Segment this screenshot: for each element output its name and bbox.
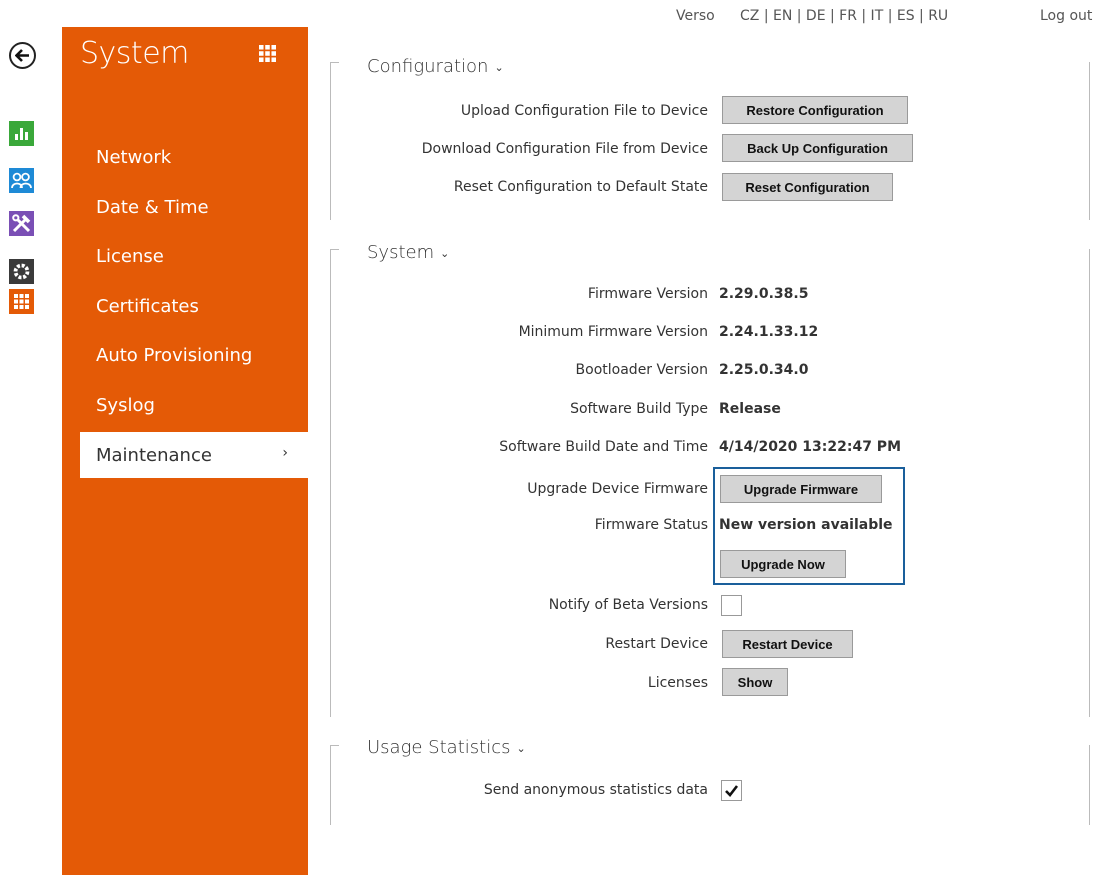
chevron-down-icon: ⌄ (516, 741, 526, 755)
build-type-value: Release (719, 401, 781, 417)
services-gear-icon[interactable] (9, 259, 34, 284)
system-grid-icon[interactable] (9, 289, 34, 314)
chevron-right-icon: › (282, 445, 288, 461)
sidenav-item-license[interactable]: License (96, 246, 164, 267)
upgrade-firmware-label: Upgrade Device Firmware (527, 481, 708, 497)
directory-people-icon[interactable] (9, 168, 34, 193)
build-type-label: Software Build Type (570, 401, 708, 417)
build-date-label: Software Build Date and Time (499, 439, 708, 455)
configuration-section-header[interactable]: Configuration ⌄ (367, 56, 504, 77)
upload-config-label: Upload Configuration File to Device (460, 103, 708, 119)
chevron-down-icon: ⌄ (494, 60, 504, 74)
system-frame (330, 249, 1090, 717)
firmware-version-value: 2.29.0.38.5 (719, 286, 809, 302)
firmware-status-label: Firmware Status (594, 517, 708, 533)
system-section-header[interactable]: System ⌄ (367, 242, 449, 263)
bootloader-value: 2.25.0.34.0 (719, 362, 809, 378)
send-statistics-label: Send anonymous statistics data (483, 782, 708, 798)
licenses-show-button[interactable]: Show (722, 668, 788, 696)
hardware-tools-icon[interactable] (9, 211, 34, 236)
sidenav-item-network[interactable]: Network (96, 147, 171, 168)
notify-beta-checkbox[interactable] (721, 595, 742, 616)
restart-device-label: Restart Device (605, 636, 708, 652)
upgrade-now-button[interactable]: Upgrade Now (720, 550, 846, 578)
sidenav-item-certificates[interactable]: Certificates (96, 296, 199, 317)
bootloader-label: Bootloader Version (575, 362, 708, 378)
section-title: Usage Statistics (367, 737, 511, 758)
check-icon (725, 785, 739, 797)
chevron-down-icon: ⌄ (440, 246, 450, 260)
upgrade-firmware-button[interactable]: Upgrade Firmware (720, 475, 882, 503)
language-switcher[interactable]: CZ | EN | DE | FR | IT | ES | RU (740, 8, 948, 24)
verso-link[interactable]: Verso (676, 8, 715, 24)
firmware-status-value: New version available (719, 517, 893, 533)
firmware-version-label: Firmware Version (587, 286, 708, 302)
reset-configuration-button[interactable]: Reset Configuration (722, 173, 893, 201)
download-config-label: Download Configuration File from Device (421, 141, 708, 157)
licenses-label: Licenses (647, 675, 708, 691)
logout-link[interactable]: Log out (1040, 8, 1092, 24)
min-firmware-label: Minimum Firmware Version (518, 324, 708, 340)
section-title: System (367, 242, 435, 263)
grid-menu-icon[interactable] (259, 45, 276, 62)
sidenav-item-maintenance[interactable]: Maintenance › (80, 432, 308, 478)
notify-beta-label: Notify of Beta Versions (548, 597, 708, 613)
status-chart-icon[interactable] (9, 121, 34, 146)
usage-section-header[interactable]: Usage Statistics ⌄ (367, 737, 526, 758)
backup-configuration-button[interactable]: Back Up Configuration (722, 134, 913, 162)
section-title: Configuration (367, 56, 489, 77)
restore-configuration-button[interactable]: Restore Configuration (722, 96, 908, 124)
sidenav-item-date-time[interactable]: Date & Time (96, 197, 209, 218)
min-firmware-value: 2.24.1.33.12 (719, 324, 819, 340)
sidenav-item-label: Maintenance (96, 444, 212, 466)
sidenav-item-auto-provisioning[interactable]: Auto Provisioning (96, 345, 252, 366)
sidenav-title: System (80, 36, 189, 71)
reset-config-label: Reset Configuration to Default State (453, 179, 708, 195)
sidenav-item-syslog[interactable]: Syslog (96, 395, 155, 416)
back-arrow-icon[interactable] (9, 42, 36, 69)
restart-device-button[interactable]: Restart Device (722, 630, 853, 658)
send-statistics-checkbox[interactable] (721, 780, 742, 801)
build-date-value: 4/14/2020 13:22:47 PM (719, 439, 901, 455)
